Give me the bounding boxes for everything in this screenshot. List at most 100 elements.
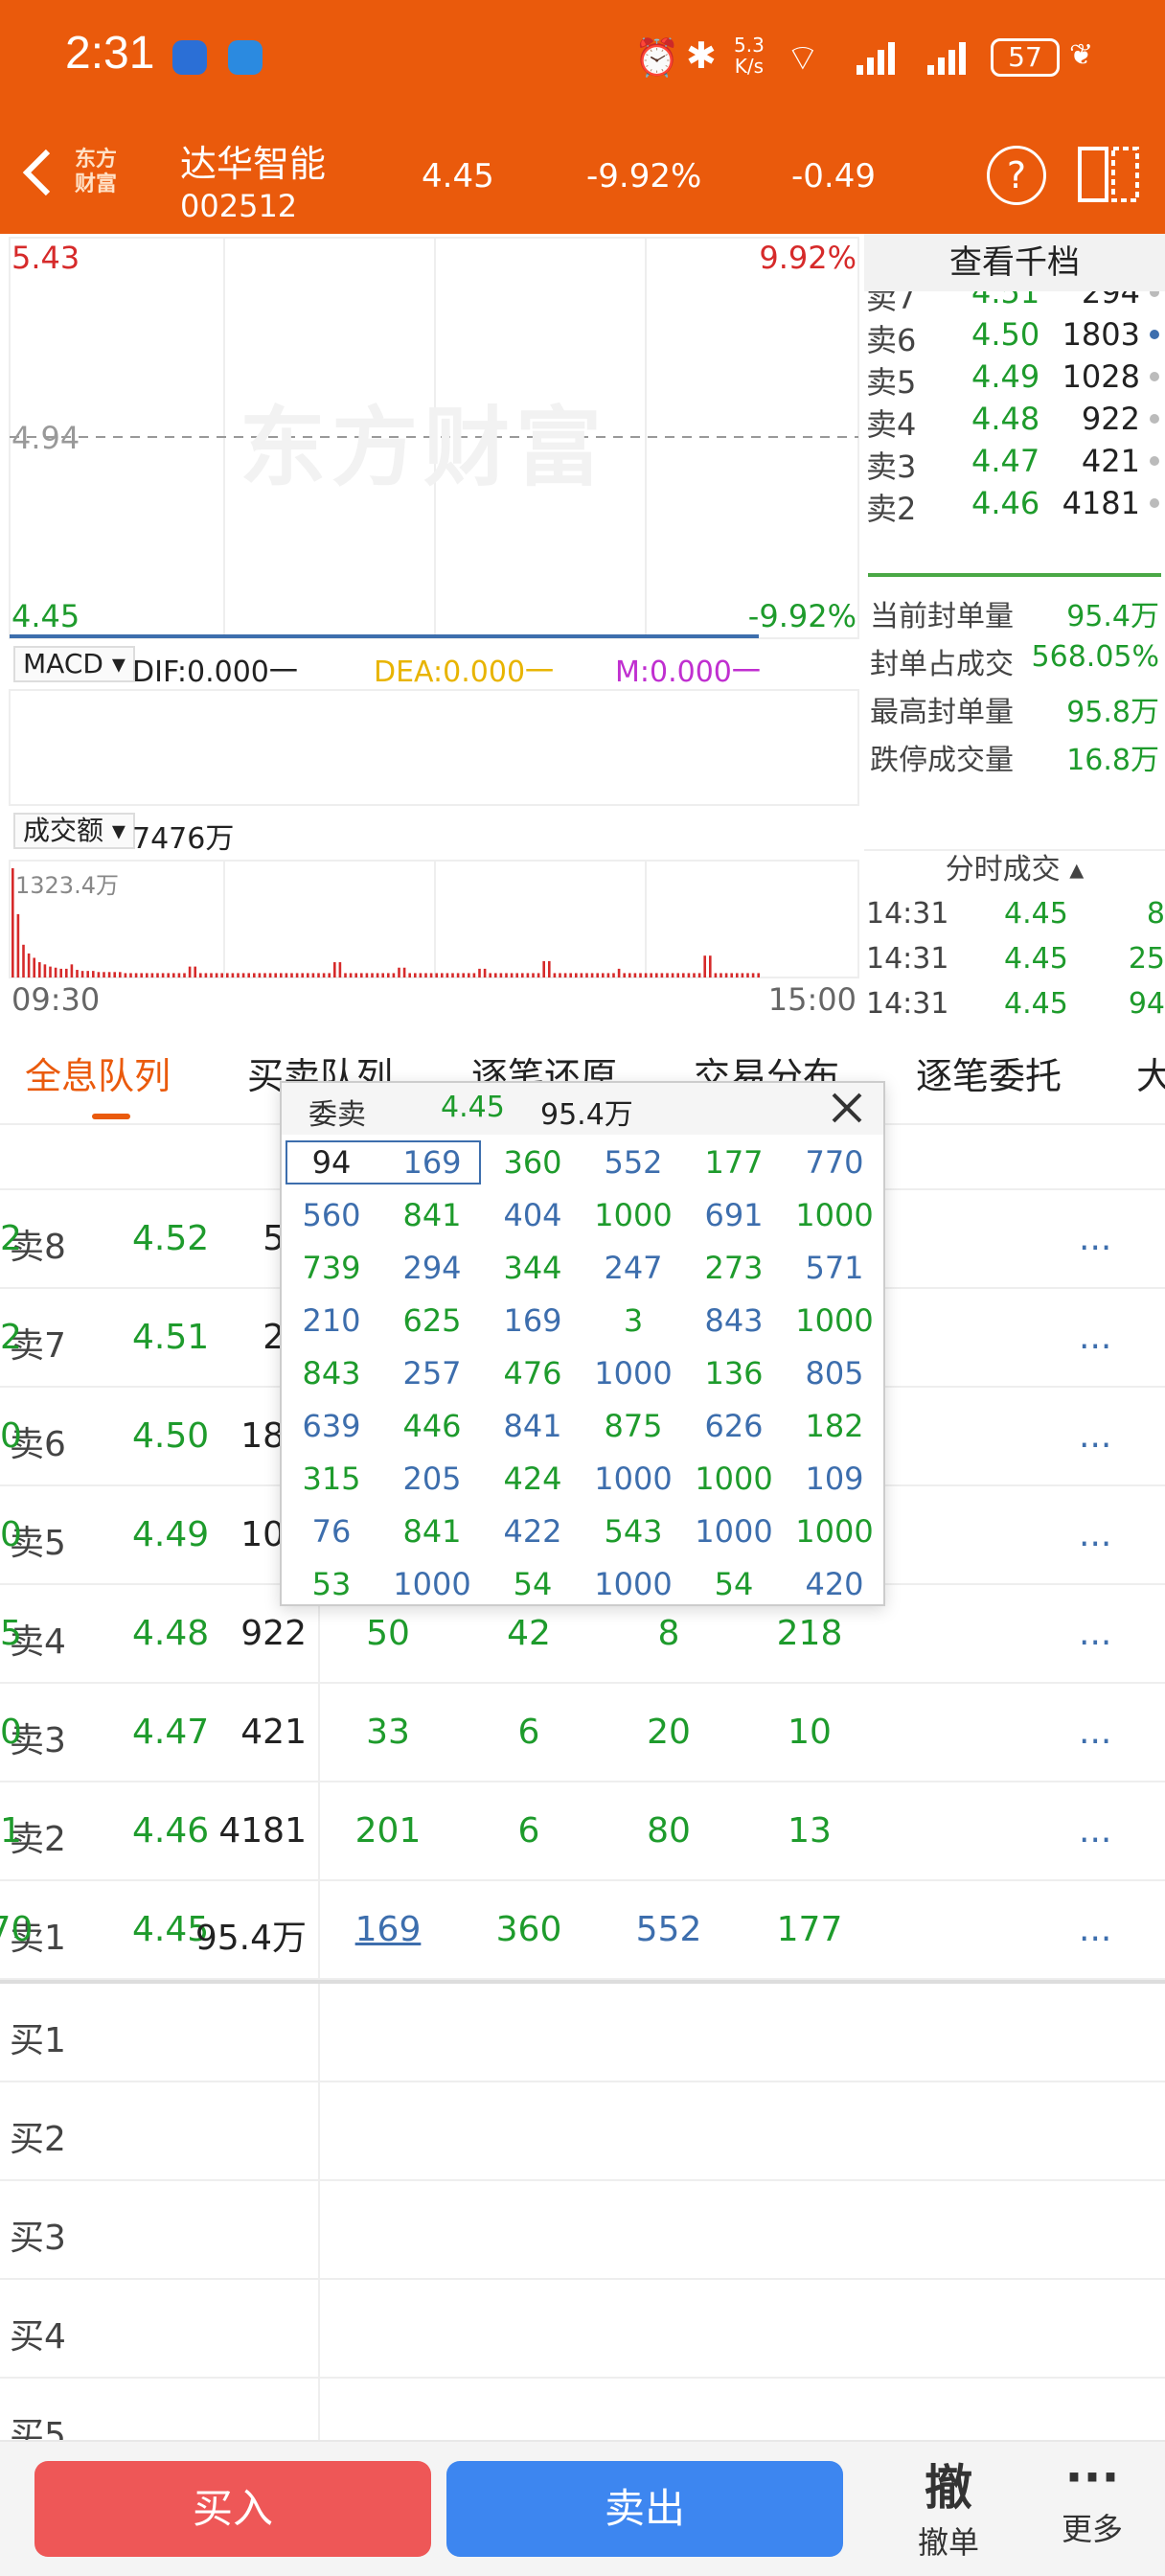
popup-cell[interactable]: 54: [715, 1566, 754, 1602]
queue-cell[interactable]: 770: [0, 1910, 33, 1949]
popup-cell[interactable]: 543: [604, 1513, 662, 1550]
queue-cell[interactable]: 6: [518, 1713, 540, 1752]
popup-cell[interactable]: 1000: [795, 1302, 873, 1339]
popup-cell[interactable]: 294: [402, 1250, 461, 1286]
queue-cell[interactable]: 80: [647, 1811, 691, 1851]
popup-cell[interactable]: 76: [312, 1513, 352, 1550]
popup-cell[interactable]: 571: [805, 1250, 863, 1286]
queue-cell[interactable]: 50: [0, 1416, 22, 1456]
queue-more[interactable]: ...: [1079, 1219, 1111, 1258]
popup-cell[interactable]: 1000: [393, 1566, 470, 1602]
sell-button[interactable]: 卖出: [446, 2461, 843, 2557]
queue-cell[interactable]: 13: [788, 1811, 832, 1851]
popup-cell[interactable]: 177: [704, 1144, 763, 1181]
popup-cell[interactable]: 94: [312, 1144, 352, 1181]
popup-cell[interactable]: 247: [604, 1250, 662, 1286]
popup-cell[interactable]: 360: [503, 1144, 561, 1181]
popup-cell[interactable]: 875: [604, 1408, 662, 1444]
queue-cell[interactable]: 30: [0, 1515, 22, 1554]
popup-cell[interactable]: 257: [402, 1355, 461, 1392]
popup-cell[interactable]: 1000: [594, 1355, 672, 1392]
queue-cell[interactable]: 552: [636, 1910, 702, 1949]
queue-cell[interactable]: 42: [507, 1614, 551, 1653]
back-icon[interactable]: [19, 144, 57, 201]
popup-cell[interactable]: 1000: [795, 1197, 873, 1233]
tab-6[interactable]: 大: [1136, 1046, 1165, 1099]
more-button[interactable]: ··· 更多: [1035, 2450, 1150, 2549]
buy-queue-row[interactable]: 买3: [0, 2181, 1165, 2280]
queue-more[interactable]: ...: [1079, 1811, 1111, 1851]
orderbook-row[interactable]: 卖7 4.51 294: [864, 291, 1165, 316]
queue-cell[interactable]: 10: [788, 1713, 832, 1752]
popup-cell[interactable]: 841: [402, 1197, 461, 1233]
queue-more[interactable]: ...: [1079, 1614, 1111, 1653]
popup-cell[interactable]: 205: [402, 1460, 461, 1497]
queue-cell[interactable]: 30: [0, 1713, 22, 1752]
queue-more[interactable]: ...: [1079, 1713, 1111, 1752]
popup-cell[interactable]: 446: [402, 1408, 461, 1444]
queue-row[interactable]: 卖24.4641812016801311...: [0, 1782, 1165, 1881]
popup-cell[interactable]: 53: [312, 1566, 352, 1602]
macd-selector[interactable]: MACD ▾: [13, 646, 135, 682]
popup-cell[interactable]: 404: [503, 1197, 561, 1233]
popup-cell[interactable]: 169: [402, 1144, 461, 1181]
cancel-order-button[interactable]: 撤 撤单: [891, 2450, 1006, 2563]
popup-cell[interactable]: 109: [805, 1460, 863, 1497]
tab-1[interactable]: 全息队列: [25, 1046, 171, 1099]
popup-cell[interactable]: 805: [805, 1355, 863, 1392]
popup-cell[interactable]: 841: [402, 1513, 461, 1550]
popup-cell[interactable]: 843: [302, 1355, 360, 1392]
popup-cell[interactable]: 315: [302, 1460, 360, 1497]
queue-cell[interactable]: 22: [0, 1219, 22, 1258]
popup-cell[interactable]: 560: [302, 1197, 360, 1233]
ticks-header[interactable]: 分时成交 ▴: [864, 849, 1165, 891]
popup-cell[interactable]: 420: [805, 1566, 863, 1602]
orderbook-row[interactable]: 卖1 4.4595.4万: [864, 523, 1165, 531]
popup-cell[interactable]: 1000: [594, 1197, 672, 1233]
queue-cell[interactable]: 82: [0, 1318, 22, 1357]
popup-cell[interactable]: 344: [503, 1250, 561, 1286]
popup-cell[interactable]: 843: [704, 1302, 763, 1339]
queue-cell[interactable]: 50: [366, 1614, 410, 1653]
tab-5[interactable]: 逐笔委托: [916, 1046, 1062, 1099]
orderbook-row[interactable]: 卖4 4.48 922: [864, 397, 1165, 443]
popup-cell[interactable]: 1000: [695, 1460, 772, 1497]
queue-cell[interactable]: 20: [647, 1713, 691, 1752]
popup-cell[interactable]: 424: [503, 1460, 561, 1497]
buy-queue-row[interactable]: 买2: [0, 2082, 1165, 2181]
help-icon[interactable]: ?: [987, 146, 1046, 205]
queue-more[interactable]: ...: [1079, 1318, 1111, 1357]
popup-cell[interactable]: 639: [302, 1408, 360, 1444]
popup-cell[interactable]: 625: [402, 1302, 461, 1339]
queue-more[interactable]: ...: [1079, 1515, 1111, 1554]
popup-cell[interactable]: 552: [604, 1144, 662, 1181]
popup-cell[interactable]: 136: [704, 1355, 763, 1392]
popup-cell[interactable]: 841: [503, 1408, 561, 1444]
queue-row[interactable]: 卖34.47421336201030...: [0, 1684, 1165, 1782]
queue-cell[interactable]: 11: [0, 1811, 22, 1851]
popup-cell[interactable]: 770: [805, 1144, 863, 1181]
queue-row[interactable]: 卖14.4595.4万169360552177770...: [0, 1881, 1165, 1980]
queue-cell[interactable]: 8: [658, 1614, 680, 1653]
orderbook-row[interactable]: 卖3 4.47 421: [864, 439, 1165, 485]
queue-more[interactable]: ...: [1079, 1910, 1111, 1949]
popup-cell[interactable]: 54: [514, 1566, 553, 1602]
queue-cell[interactable]: 201: [355, 1811, 422, 1851]
queue-cell[interactable]: 169: [355, 1910, 422, 1949]
queue-cell[interactable]: 360: [496, 1910, 562, 1949]
queue-more[interactable]: ...: [1079, 1416, 1111, 1456]
queue-cell[interactable]: 218: [777, 1614, 843, 1653]
orderbook-row[interactable]: 卖5 4.49 1028: [864, 355, 1165, 401]
popup-cell[interactable]: 1000: [695, 1513, 772, 1550]
chart-area[interactable]: 东方财富 5.43 9.92% 4.94 4.45 -9.92% MACD ▾ …: [0, 234, 862, 1025]
queue-cell[interactable]: 45: [0, 1614, 22, 1653]
popup-cell[interactable]: 1000: [594, 1460, 672, 1497]
orderbook-row[interactable]: 卖2 4.46 4181: [864, 481, 1165, 527]
close-icon[interactable]: [826, 1087, 868, 1129]
orderbook-row[interactable]: 卖6 4.50 1803: [864, 312, 1165, 358]
queue-cell[interactable]: 6: [518, 1811, 540, 1851]
popup-cell[interactable]: 1000: [795, 1513, 873, 1550]
queue-cell[interactable]: 33: [366, 1713, 410, 1752]
popup-cell[interactable]: 691: [704, 1197, 763, 1233]
popup-cell[interactable]: 476: [503, 1355, 561, 1392]
